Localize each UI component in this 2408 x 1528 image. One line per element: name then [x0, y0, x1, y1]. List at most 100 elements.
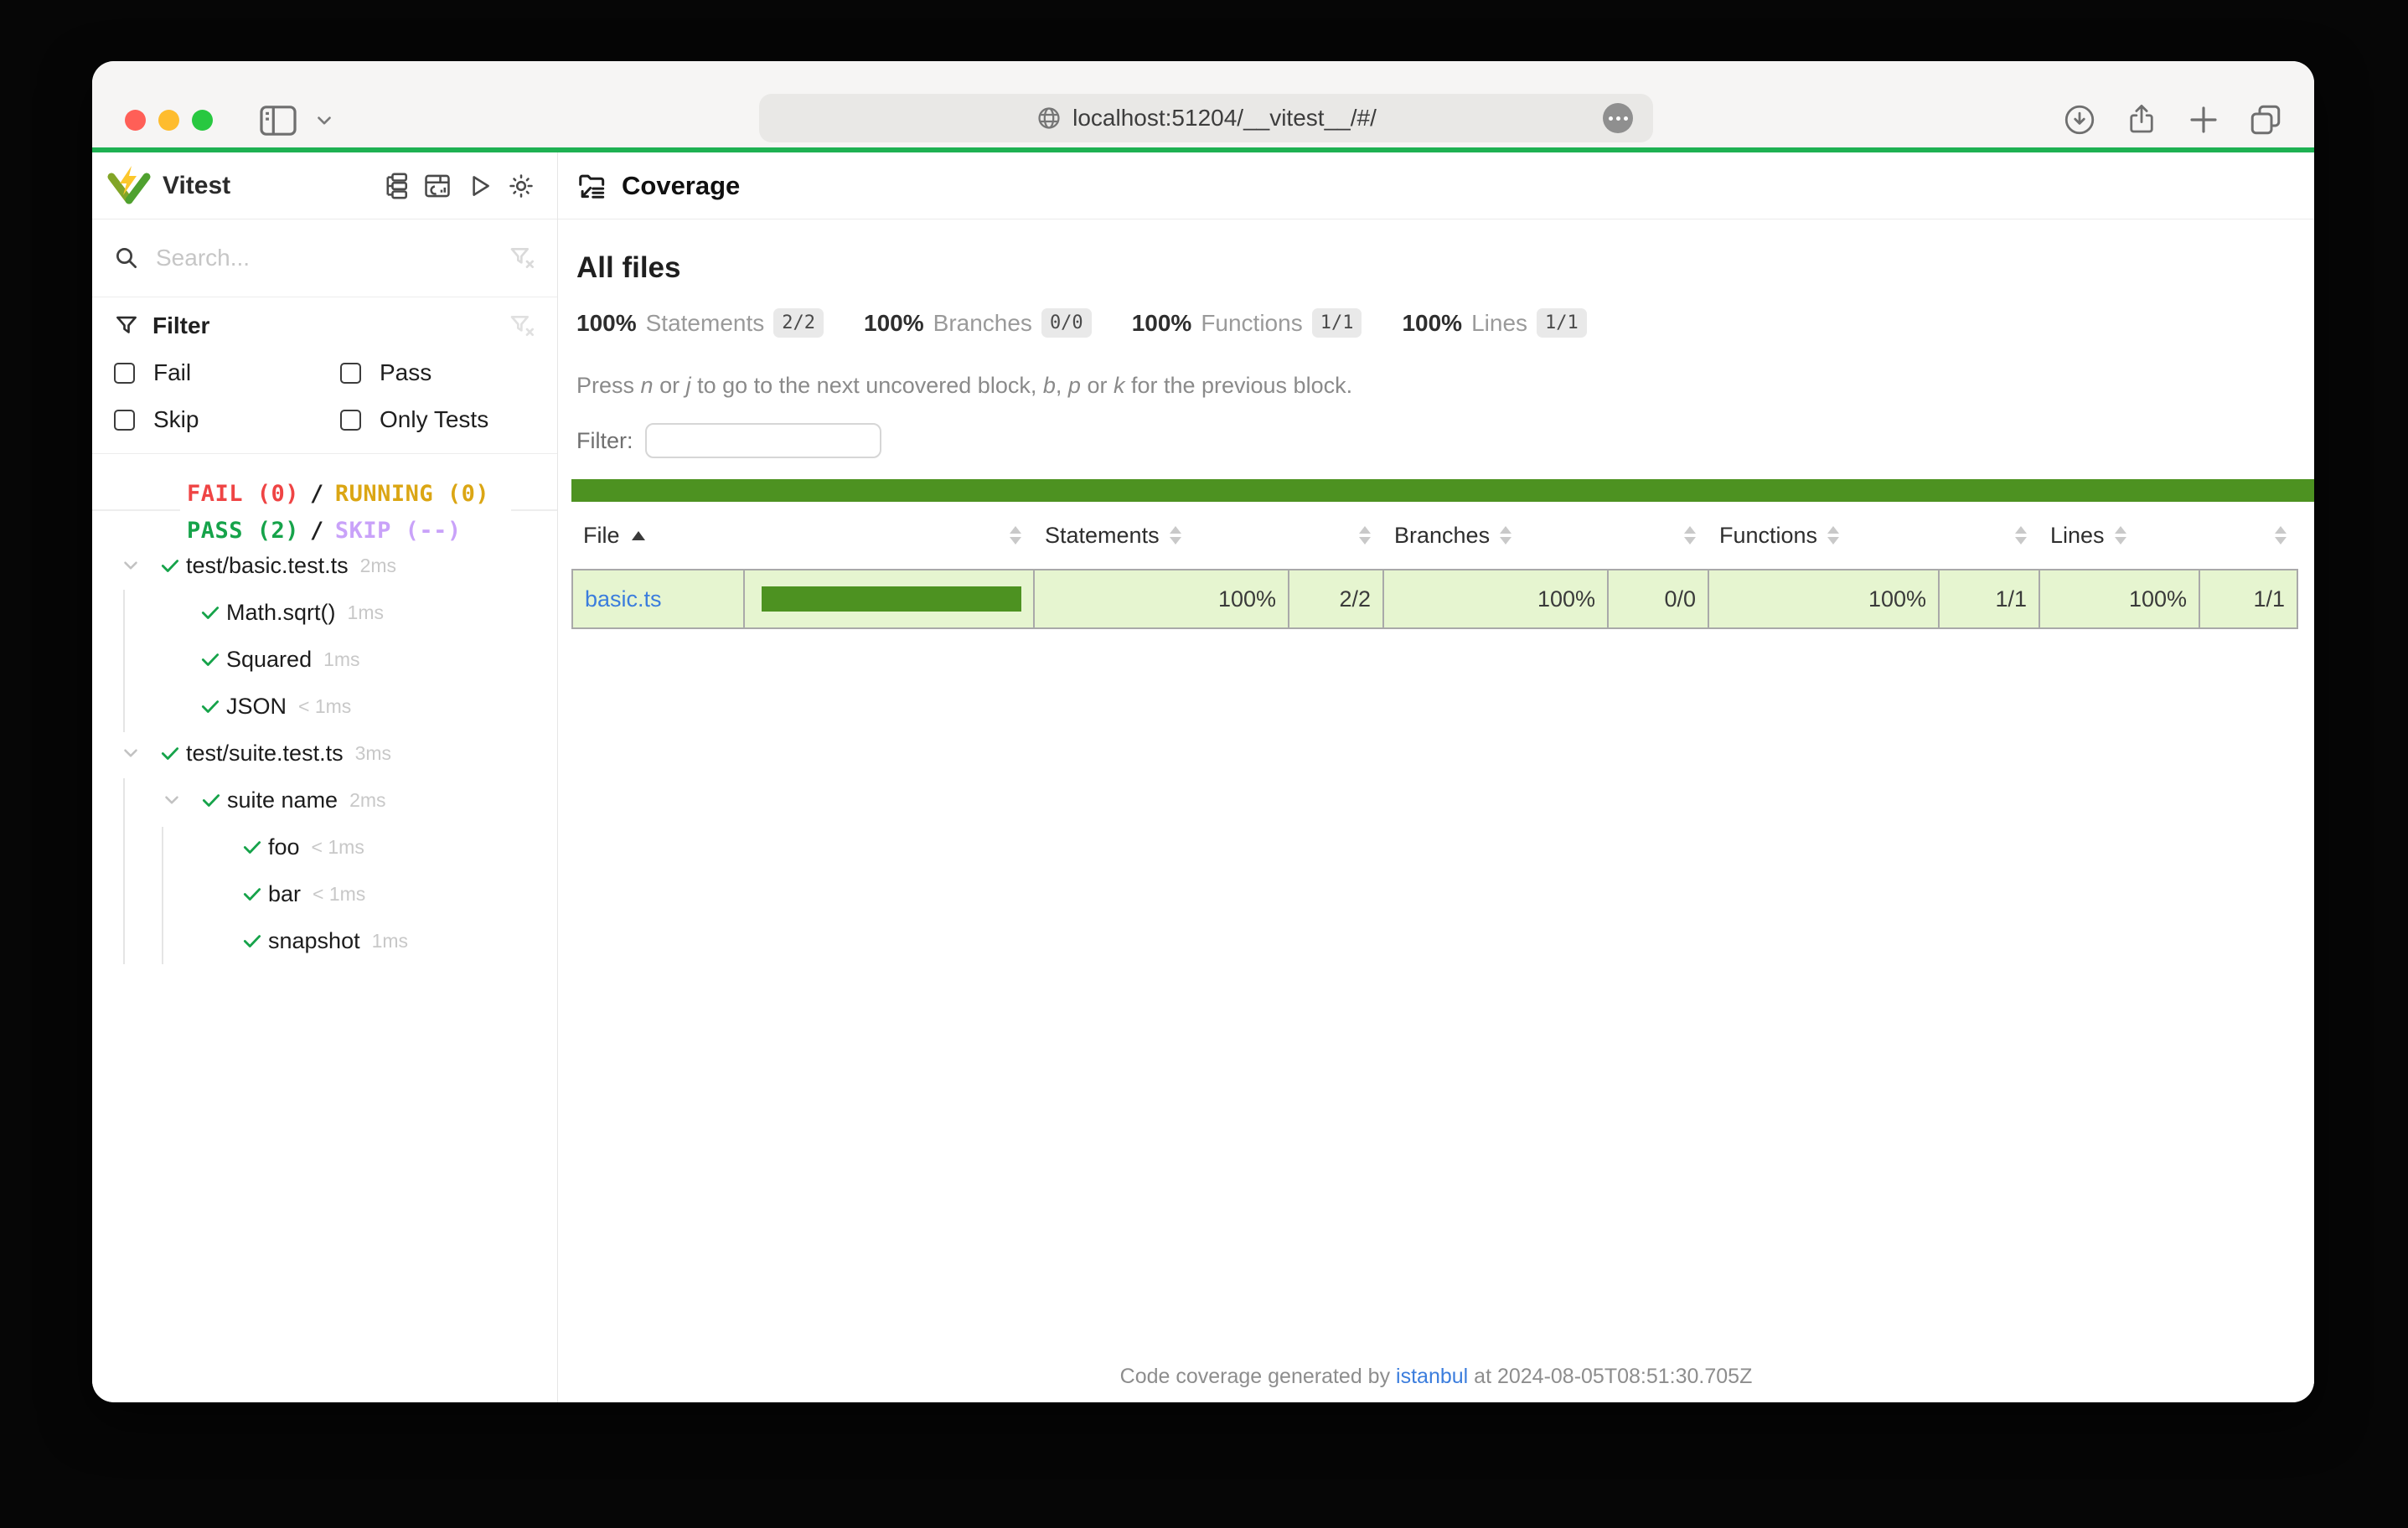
- status-counts: FAIL (0)/RUNNING (0)PASS (2)/SKIP (--): [180, 475, 511, 549]
- cell-value: 1/1: [1938, 569, 2039, 629]
- filter-option-pass[interactable]: Pass: [340, 349, 535, 396]
- coverage-footer: Code coverage generated by istanbul at 2…: [558, 1365, 2314, 1389]
- url-text: localhost:51204/__vitest__/#/: [1072, 105, 1377, 132]
- url-bar[interactable]: localhost:51204/__vitest__/#/: [759, 94, 1653, 142]
- toolbar-chevron-down-icon[interactable]: [313, 113, 335, 130]
- sidebar-filter-section: Filter Fail Pass SkipOnly Tests: [92, 297, 557, 454]
- checkbox-icon[interactable]: [114, 410, 135, 431]
- sort-icon[interactable]: [2115, 526, 2126, 545]
- status-segment: SKIP (--): [335, 518, 462, 544]
- column-header-lines[interactable]: Lines: [2039, 502, 2199, 569]
- zoom-window-button[interactable]: [192, 110, 213, 131]
- column-header-sorter[interactable]: [743, 502, 1033, 569]
- test-duration: < 1ms: [313, 883, 365, 906]
- filter-option-skip[interactable]: Skip: [114, 396, 340, 443]
- page-settings-ellipsis-button[interactable]: [1603, 103, 1633, 133]
- close-window-button[interactable]: [125, 110, 146, 131]
- test-name: bar: [268, 881, 301, 907]
- coverage-stat-statements: 100%Statements2/2: [576, 308, 824, 338]
- status-segment: /: [310, 481, 324, 507]
- filter-option-only-tests[interactable]: Only Tests: [340, 396, 535, 443]
- pass-check-icon: [241, 930, 263, 952]
- sort-icon[interactable]: [2275, 526, 2287, 545]
- stat-label: Lines: [1471, 310, 1527, 337]
- coverage-panel: Coverage All files 100%Statements2/2100%…: [558, 152, 2314, 1402]
- pass-check-icon: [199, 601, 221, 623]
- sort-icon[interactable]: [1170, 526, 1181, 545]
- sort-icon[interactable]: [1684, 526, 1696, 545]
- sidebar-toggle-icon[interactable]: [259, 104, 297, 137]
- hint-text: to go to the next uncovered block,: [691, 373, 1043, 398]
- sort-icon[interactable]: [2015, 526, 2027, 545]
- test-duration: < 1ms: [298, 695, 351, 718]
- cell-value: 100%: [2039, 569, 2199, 629]
- test-tree-item[interactable]: test/basic.test.ts2ms: [92, 542, 557, 589]
- share-icon[interactable]: [2123, 101, 2160, 138]
- stat-percent: 100%: [1402, 310, 1462, 337]
- status-segment: PASS (2): [187, 518, 299, 544]
- column-header-branches[interactable]: Branches: [1382, 502, 1607, 569]
- column-header-sorter[interactable]: [1607, 502, 1708, 569]
- downloads-icon[interactable]: [2061, 101, 2098, 138]
- sort-icon[interactable]: [1827, 526, 1839, 545]
- column-header-sorter[interactable]: [1938, 502, 2039, 569]
- test-duration: < 1ms: [312, 836, 364, 859]
- coverage-filter-label: Filter:: [576, 428, 633, 454]
- browser-window: localhost:51204/__vitest__/#/: [92, 61, 2314, 1402]
- traffic-lights: [125, 110, 213, 131]
- column-label: File: [583, 523, 620, 549]
- test-tree-item[interactable]: Squared 1ms: [92, 636, 557, 683]
- search-input[interactable]: [154, 244, 493, 272]
- test-tree-item[interactable]: suite name2ms: [92, 777, 557, 823]
- column-label: Functions: [1719, 523, 1817, 549]
- filter-title: Filter: [152, 312, 509, 339]
- filter-option-label: Pass: [380, 359, 431, 386]
- column-header-functions[interactable]: Functions: [1708, 502, 1938, 569]
- clear-search-filter-icon[interactable]: [509, 245, 535, 271]
- test-duration: 1ms: [323, 648, 359, 671]
- checkbox-icon[interactable]: [114, 363, 135, 384]
- stat-label: Branches: [933, 310, 1032, 337]
- theme-toggle-sun-icon[interactable]: [507, 172, 535, 200]
- test-name: foo: [268, 834, 300, 860]
- chevron-down-icon[interactable]: [120, 742, 142, 764]
- sort-icon[interactable]: [1500, 526, 1511, 545]
- filter-option-fail[interactable]: Fail: [114, 349, 340, 396]
- tab-overview-icon[interactable]: [2247, 101, 2284, 138]
- checkbox-icon[interactable]: [340, 410, 361, 431]
- test-name: test/basic.test.ts: [186, 553, 349, 579]
- test-duration: 1ms: [372, 930, 408, 952]
- pass-check-icon: [241, 836, 263, 858]
- column-header-statements[interactable]: Statements: [1033, 502, 1288, 569]
- coverage-stats: 100%Statements2/2100%Branches0/0100%Func…: [576, 308, 2314, 338]
- run-all-icon[interactable]: [465, 172, 493, 200]
- istanbul-link[interactable]: istanbul: [1396, 1365, 1468, 1388]
- test-name: Squared: [226, 647, 312, 673]
- sort-icon[interactable]: [1010, 526, 1021, 545]
- coverage-table: File Statements Branches Functions Lines basi…: [571, 502, 2314, 629]
- column-header-sorter[interactable]: [2199, 502, 2298, 569]
- clear-filter-icon[interactable]: [509, 312, 535, 339]
- column-label: Statements: [1045, 523, 1160, 549]
- footer-prefix: Code coverage generated by: [1120, 1365, 1396, 1388]
- file-link[interactable]: basic.ts: [585, 586, 662, 612]
- hint-text: or: [1081, 373, 1114, 398]
- minimize-window-button[interactable]: [158, 110, 179, 131]
- test-tree-item[interactable]: test/suite.test.ts3ms: [92, 730, 557, 777]
- app-title: Vitest: [163, 172, 381, 200]
- new-tab-icon[interactable]: [2185, 101, 2222, 138]
- chevron-down-icon[interactable]: [161, 789, 183, 811]
- column-header-sorter[interactable]: [1288, 502, 1382, 569]
- checkbox-icon[interactable]: [340, 363, 361, 384]
- footer-suffix: at 2024-08-05T08:51:30.705Z: [1468, 1365, 1752, 1388]
- column-header-file[interactable]: File: [571, 502, 743, 569]
- chevron-down-icon[interactable]: [120, 555, 142, 576]
- tree-view-icon[interactable]: [381, 172, 410, 200]
- coverage-filter-input[interactable]: [645, 423, 881, 458]
- sort-icon[interactable]: [1359, 526, 1371, 545]
- cell-value: 100%: [1708, 569, 1938, 629]
- test-tree-item[interactable]: Math.sqrt()1ms: [92, 589, 557, 636]
- dashboard-icon[interactable]: [423, 172, 452, 200]
- test-name: test/suite.test.ts: [186, 741, 344, 767]
- test-tree-item[interactable]: JSON< 1ms: [92, 683, 557, 730]
